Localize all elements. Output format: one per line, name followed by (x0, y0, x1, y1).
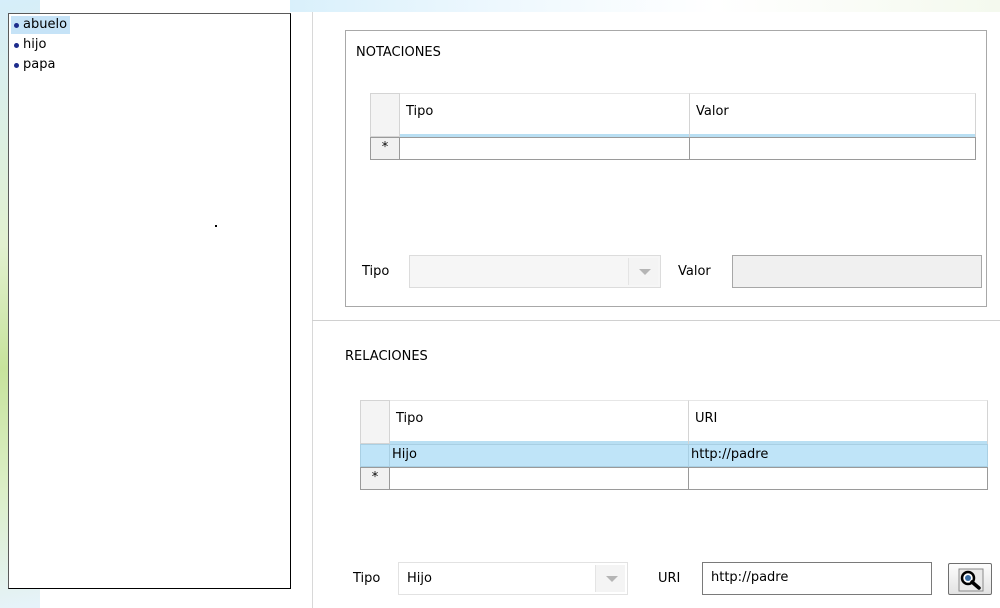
cell-tipo[interactable]: Hijo (390, 444, 689, 467)
background-top-strip (290, 0, 1000, 12)
grid-corner (370, 93, 400, 137)
stray-pixel (215, 225, 217, 227)
tree-item-hijo[interactable]: hijo (11, 36, 49, 54)
chevron-down-icon[interactable] (628, 258, 658, 285)
column-header-valor[interactable]: Valor (690, 93, 976, 137)
new-row[interactable]: * (360, 467, 988, 490)
notaciones-grid[interactable]: Tipo Valor * (370, 93, 976, 163)
tree-item-papa[interactable]: papa (11, 56, 58, 74)
notaciones-tipo-select[interactable] (409, 255, 661, 288)
cell-uri[interactable]: http://padre (689, 444, 988, 467)
browse-button[interactable] (948, 563, 992, 595)
bullet-icon (14, 63, 19, 68)
chevron-down-icon[interactable] (595, 565, 625, 592)
notaciones-title: NOTACIONES (356, 45, 441, 60)
relaciones-uri-input[interactable]: http://padre (702, 562, 932, 595)
row-header-new[interactable]: * (370, 137, 400, 160)
cell-tipo[interactable] (390, 467, 689, 490)
select-value: Hijo (407, 571, 432, 586)
column-header-tipo[interactable]: Tipo (390, 400, 689, 444)
grid-corner (360, 400, 390, 444)
relaciones-grid[interactable]: Tipo URI Hijo http://padre * (360, 400, 988, 494)
new-row[interactable]: * (370, 137, 976, 160)
cell-tipo[interactable] (400, 137, 690, 160)
relaciones-uri-label: URI (658, 571, 681, 586)
tree-item-label: papa (23, 57, 56, 72)
section-divider (312, 320, 1000, 321)
cell-uri[interactable] (689, 467, 988, 490)
bullet-icon (14, 23, 19, 28)
notaciones-valor-label: Valor (678, 264, 711, 279)
tree-item-abuelo[interactable]: abuelo (11, 16, 71, 34)
table-row[interactable]: Hijo http://padre (360, 444, 988, 467)
grid-header: Tipo URI (360, 400, 988, 444)
relaciones-tipo-select[interactable]: Hijo (398, 562, 628, 595)
notaciones-valor-input[interactable] (732, 255, 982, 288)
tree-item-label: abuelo (23, 17, 68, 32)
tree-item-label: hijo (23, 37, 47, 52)
bullet-icon (14, 43, 19, 48)
search-binoculars-icon (958, 568, 984, 592)
notaciones-tipo-label: Tipo (362, 264, 390, 279)
cell-valor[interactable] (690, 137, 976, 160)
grid-header: Tipo Valor (370, 93, 976, 137)
element-tree[interactable]: abuelo hijo papa (8, 13, 291, 589)
column-header-tipo[interactable]: Tipo (400, 93, 690, 137)
row-header[interactable] (360, 444, 390, 467)
relaciones-title: RELACIONES (345, 349, 428, 364)
relaciones-tipo-label: Tipo (353, 571, 381, 586)
column-header-uri[interactable]: URI (689, 400, 988, 444)
row-header-new[interactable]: * (360, 467, 390, 490)
